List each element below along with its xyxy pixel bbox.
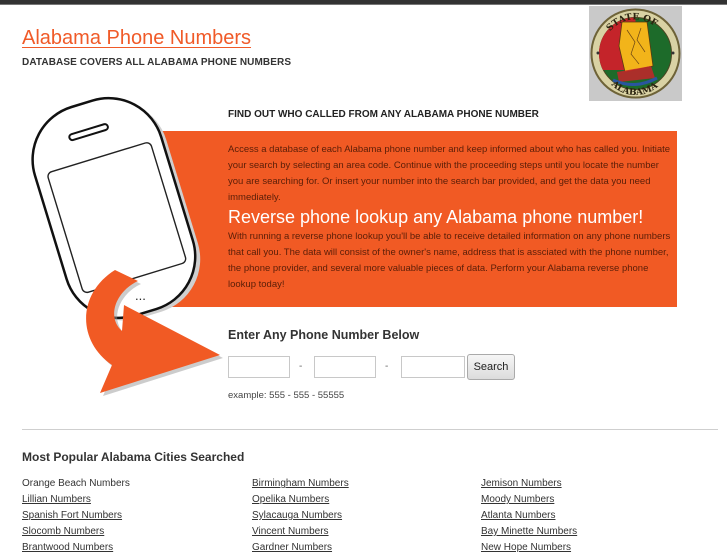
separator-1: - bbox=[299, 361, 303, 372]
city-link[interactable]: Lillian Numbers bbox=[22, 492, 242, 508]
city-link[interactable]: Atlanta Numbers bbox=[481, 508, 701, 524]
tagline: DATABASE COVERS ALL ALABAMA PHONE NUMBER… bbox=[22, 57, 292, 68]
example-format: example: 555 - 555 - 55555 bbox=[228, 390, 345, 401]
hero-intro-text: Access a database of each Alabama phone … bbox=[228, 144, 671, 203]
cities-title: Most Popular Alabama Cities Searched bbox=[22, 450, 245, 464]
city-link[interactable]: Bay Minette Numbers bbox=[481, 524, 701, 540]
hero-body: With running a reverse phone lookup you'… bbox=[228, 231, 671, 290]
prefix-input[interactable] bbox=[314, 356, 376, 378]
hero-intro: Access a database of each Alabama phone … bbox=[228, 142, 672, 206]
alabama-state-seal: STATE OF ALABAMA bbox=[589, 6, 682, 101]
phone-illustration: ... bbox=[31, 96, 223, 396]
city-link[interactable]: Vincent Numbers bbox=[252, 524, 472, 540]
separator-2: - bbox=[385, 361, 389, 372]
site-title-link[interactable]: Alabama Phone Numbers bbox=[22, 27, 251, 50]
city-link[interactable]: Gardner Numbers bbox=[252, 540, 472, 556]
city-link[interactable]: Sylacauga Numbers bbox=[252, 508, 472, 524]
city-link[interactable]: Brantwood Numbers bbox=[22, 540, 242, 556]
search-button[interactable]: Search bbox=[467, 354, 515, 380]
line-number-input[interactable] bbox=[401, 356, 465, 378]
search-form-title: Enter Any Phone Number Below bbox=[228, 328, 420, 342]
phone-dots: ... bbox=[135, 288, 146, 303]
seal-icon: STATE OF ALABAMA bbox=[590, 8, 681, 99]
area-code-input[interactable] bbox=[228, 356, 290, 378]
top-bar bbox=[0, 0, 727, 5]
city-link[interactable]: Jemison Numbers bbox=[481, 476, 701, 492]
hero-headline: FIND OUT WHO CALLED FROM ANY ALABAMA PHO… bbox=[228, 109, 539, 120]
hero-heading: Reverse phone lookup any Alabama phone n… bbox=[228, 207, 644, 227]
city-item: Orange Beach Numbers bbox=[22, 478, 130, 489]
cities-column-3: Jemison Numbers Moody Numbers Atlanta Nu… bbox=[481, 476, 701, 556]
cities-column-1: Orange Beach Numbers Lillian Numbers Spa… bbox=[22, 476, 242, 556]
city-link[interactable]: Opelika Numbers bbox=[252, 492, 472, 508]
cities-column-2: Birmingham Numbers Opelika Numbers Sylac… bbox=[252, 476, 472, 556]
section-divider bbox=[22, 429, 718, 430]
city-link[interactable]: New Hope Numbers bbox=[481, 540, 701, 556]
city-link[interactable]: Birmingham Numbers bbox=[252, 476, 472, 492]
city-link[interactable]: Spanish Fort Numbers bbox=[22, 508, 242, 524]
city-link[interactable]: Moody Numbers bbox=[481, 492, 701, 508]
city-link[interactable]: Slocomb Numbers bbox=[22, 524, 242, 540]
